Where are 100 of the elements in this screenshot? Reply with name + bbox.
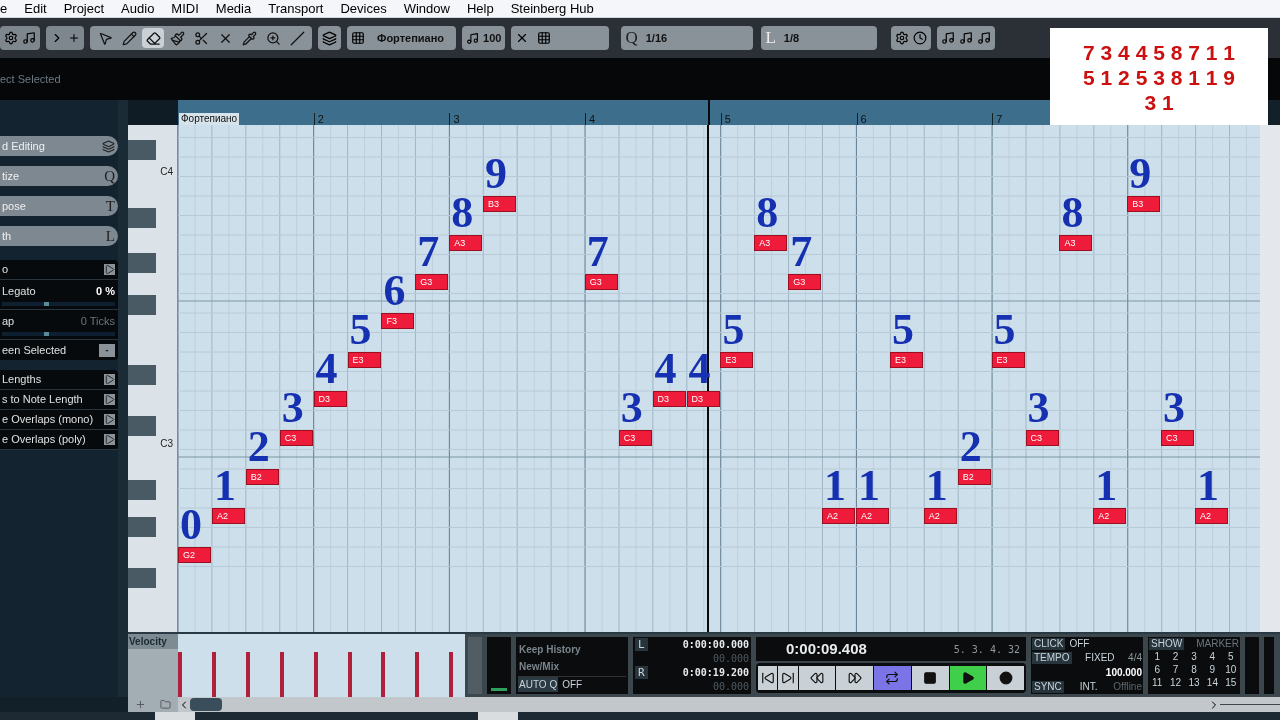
menu-item[interactable]: Project: [63, 2, 105, 15]
velocity-bar[interactable]: [381, 652, 386, 697]
plus-icon[interactable]: [135, 699, 146, 710]
gear-icon[interactable]: [895, 31, 910, 45]
midi-note[interactable]: C3: [1161, 430, 1195, 446]
midi-note[interactable]: D3: [313, 391, 347, 407]
clock-icon[interactable]: [913, 31, 928, 45]
marker-number[interactable]: 6: [1149, 663, 1166, 676]
velocity-value[interactable]: 100: [483, 29, 502, 47]
marker-number[interactable]: 14: [1204, 676, 1221, 689]
grid-icon[interactable]: [537, 31, 552, 45]
midi-note[interactable]: A2: [1093, 508, 1127, 524]
velocity-bar[interactable]: [347, 652, 352, 697]
midi-note[interactable]: D3: [652, 391, 686, 407]
midi-note[interactable]: A3: [449, 235, 483, 251]
tool-button[interactable]: [142, 28, 164, 48]
marker-number[interactable]: 10: [1222, 663, 1239, 676]
midi-note[interactable]: E3: [720, 352, 754, 368]
slider-track[interactable]: [2, 332, 115, 337]
velocity-bar[interactable]: [211, 652, 216, 697]
marker-number[interactable]: 4: [1204, 650, 1221, 663]
midi-note[interactable]: G3: [415, 274, 449, 290]
midi-note[interactable]: C3: [279, 430, 313, 446]
marker-number[interactable]: 7: [1167, 663, 1184, 676]
velocity-bar[interactable]: [245, 652, 250, 697]
instrument-dropdown[interactable]: Фортепиано: [369, 28, 453, 48]
midi-note[interactable]: C3: [618, 430, 652, 446]
quantize-dropdown[interactable]: 1/16: [641, 29, 754, 47]
transport-button[interactable]: [836, 666, 874, 690]
menu-item[interactable]: Audio: [121, 2, 155, 15]
velocity-bar[interactable]: [279, 652, 284, 697]
transport-button[interactable]: [758, 666, 778, 690]
marker-number[interactable]: 12: [1167, 676, 1184, 689]
note-icon[interactable]: [941, 31, 956, 45]
note-icon[interactable]: [22, 31, 36, 45]
transport-button[interactable]: [778, 666, 798, 690]
tempo-value[interactable]: 100.000: [1105, 666, 1142, 679]
menu-item[interactable]: Edit: [24, 2, 47, 15]
menu-item[interactable]: e: [0, 2, 8, 15]
inspector-section[interactable]: tize Q: [0, 166, 118, 186]
menu-item[interactable]: Media: [215, 2, 252, 15]
midi-note[interactable]: A2: [1195, 508, 1228, 524]
transport-button[interactable]: [987, 666, 1024, 690]
history-option[interactable]: Keep History: [518, 639, 626, 657]
ruler[interactable]: Фортепиано 2 3 4 5 6 7: [178, 100, 1050, 125]
play-icon[interactable]: [104, 264, 115, 275]
time-signature[interactable]: 4/4: [1128, 652, 1142, 665]
menu-item[interactable]: MIDI: [171, 2, 199, 15]
playhead-marker[interactable]: [708, 100, 710, 125]
locator-key[interactable]: L: [635, 637, 648, 651]
marker-number[interactable]: 11: [1149, 676, 1166, 689]
time-position[interactable]: 0:00:09.408: [762, 637, 867, 661]
velocity-bar[interactable]: [449, 652, 454, 697]
horizontal-scrollbar[interactable]: [178, 697, 1280, 712]
marker-number[interactable]: 13: [1185, 676, 1203, 689]
transport-button[interactable]: [949, 666, 987, 690]
bar-position[interactable]: 5. 3. 4. 32: [953, 641, 1020, 657]
midi-note[interactable]: G3: [788, 274, 822, 290]
play-icon[interactable]: [104, 414, 115, 425]
note-icon[interactable]: [977, 31, 992, 45]
marker-number[interactable]: 1: [1149, 650, 1166, 663]
play-icon[interactable]: [104, 434, 115, 445]
right-locator-time[interactable]: 0:00:19.200: [682, 666, 749, 680]
left-locator-time[interactable]: 0:00:00.000: [682, 637, 749, 651]
toggle-button[interactable]: -: [99, 343, 115, 357]
marker-number[interactable]: 5: [1222, 650, 1239, 663]
marker-number[interactable]: 3: [1185, 650, 1203, 663]
length-dropdown[interactable]: 1/8: [779, 29, 878, 47]
velocity-lane[interactable]: [178, 634, 465, 697]
velocity-bar[interactable]: [415, 652, 420, 697]
plus-icon[interactable]: [68, 32, 80, 44]
transport-button[interactable]: [798, 666, 836, 690]
slider-thumb[interactable]: [43, 302, 49, 307]
midi-note[interactable]: B2: [245, 469, 279, 485]
tempo-button[interactable]: TEMPO: [1032, 652, 1072, 665]
midi-note[interactable]: A3: [754, 235, 788, 251]
scroll-thumb[interactable]: [190, 698, 222, 711]
midi-note[interactable]: B3: [1127, 196, 1161, 212]
midi-note[interactable]: E3: [991, 352, 1025, 368]
midi-note[interactable]: B2: [957, 469, 991, 485]
marker-number[interactable]: 2: [1167, 650, 1184, 663]
midi-note[interactable]: B3: [483, 196, 517, 212]
history-option[interactable]: New/Mix: [518, 659, 626, 674]
marker-number[interactable]: 8: [1185, 663, 1203, 676]
show-button[interactable]: SHOW: [1149, 638, 1185, 650]
gear-icon[interactable]: [4, 31, 18, 45]
midi-note[interactable]: G3: [584, 274, 618, 290]
slider-track[interactable]: [2, 302, 115, 307]
midi-note[interactable]: G2: [178, 547, 211, 563]
midi-note[interactable]: A3: [1059, 235, 1093, 251]
note-icon[interactable]: [959, 31, 974, 45]
midi-note[interactable]: E3: [889, 352, 923, 368]
menu-item[interactable]: Devices: [340, 2, 387, 15]
play-icon[interactable]: [104, 374, 115, 385]
function-value[interactable]: 0 %: [96, 282, 115, 300]
auto-q-label[interactable]: AUTO Q: [518, 677, 559, 692]
inspector-section[interactable]: th L: [0, 226, 118, 246]
playhead-line[interactable]: [707, 125, 709, 632]
play-icon[interactable]: [104, 394, 115, 405]
grid-icon[interactable]: [351, 31, 365, 45]
